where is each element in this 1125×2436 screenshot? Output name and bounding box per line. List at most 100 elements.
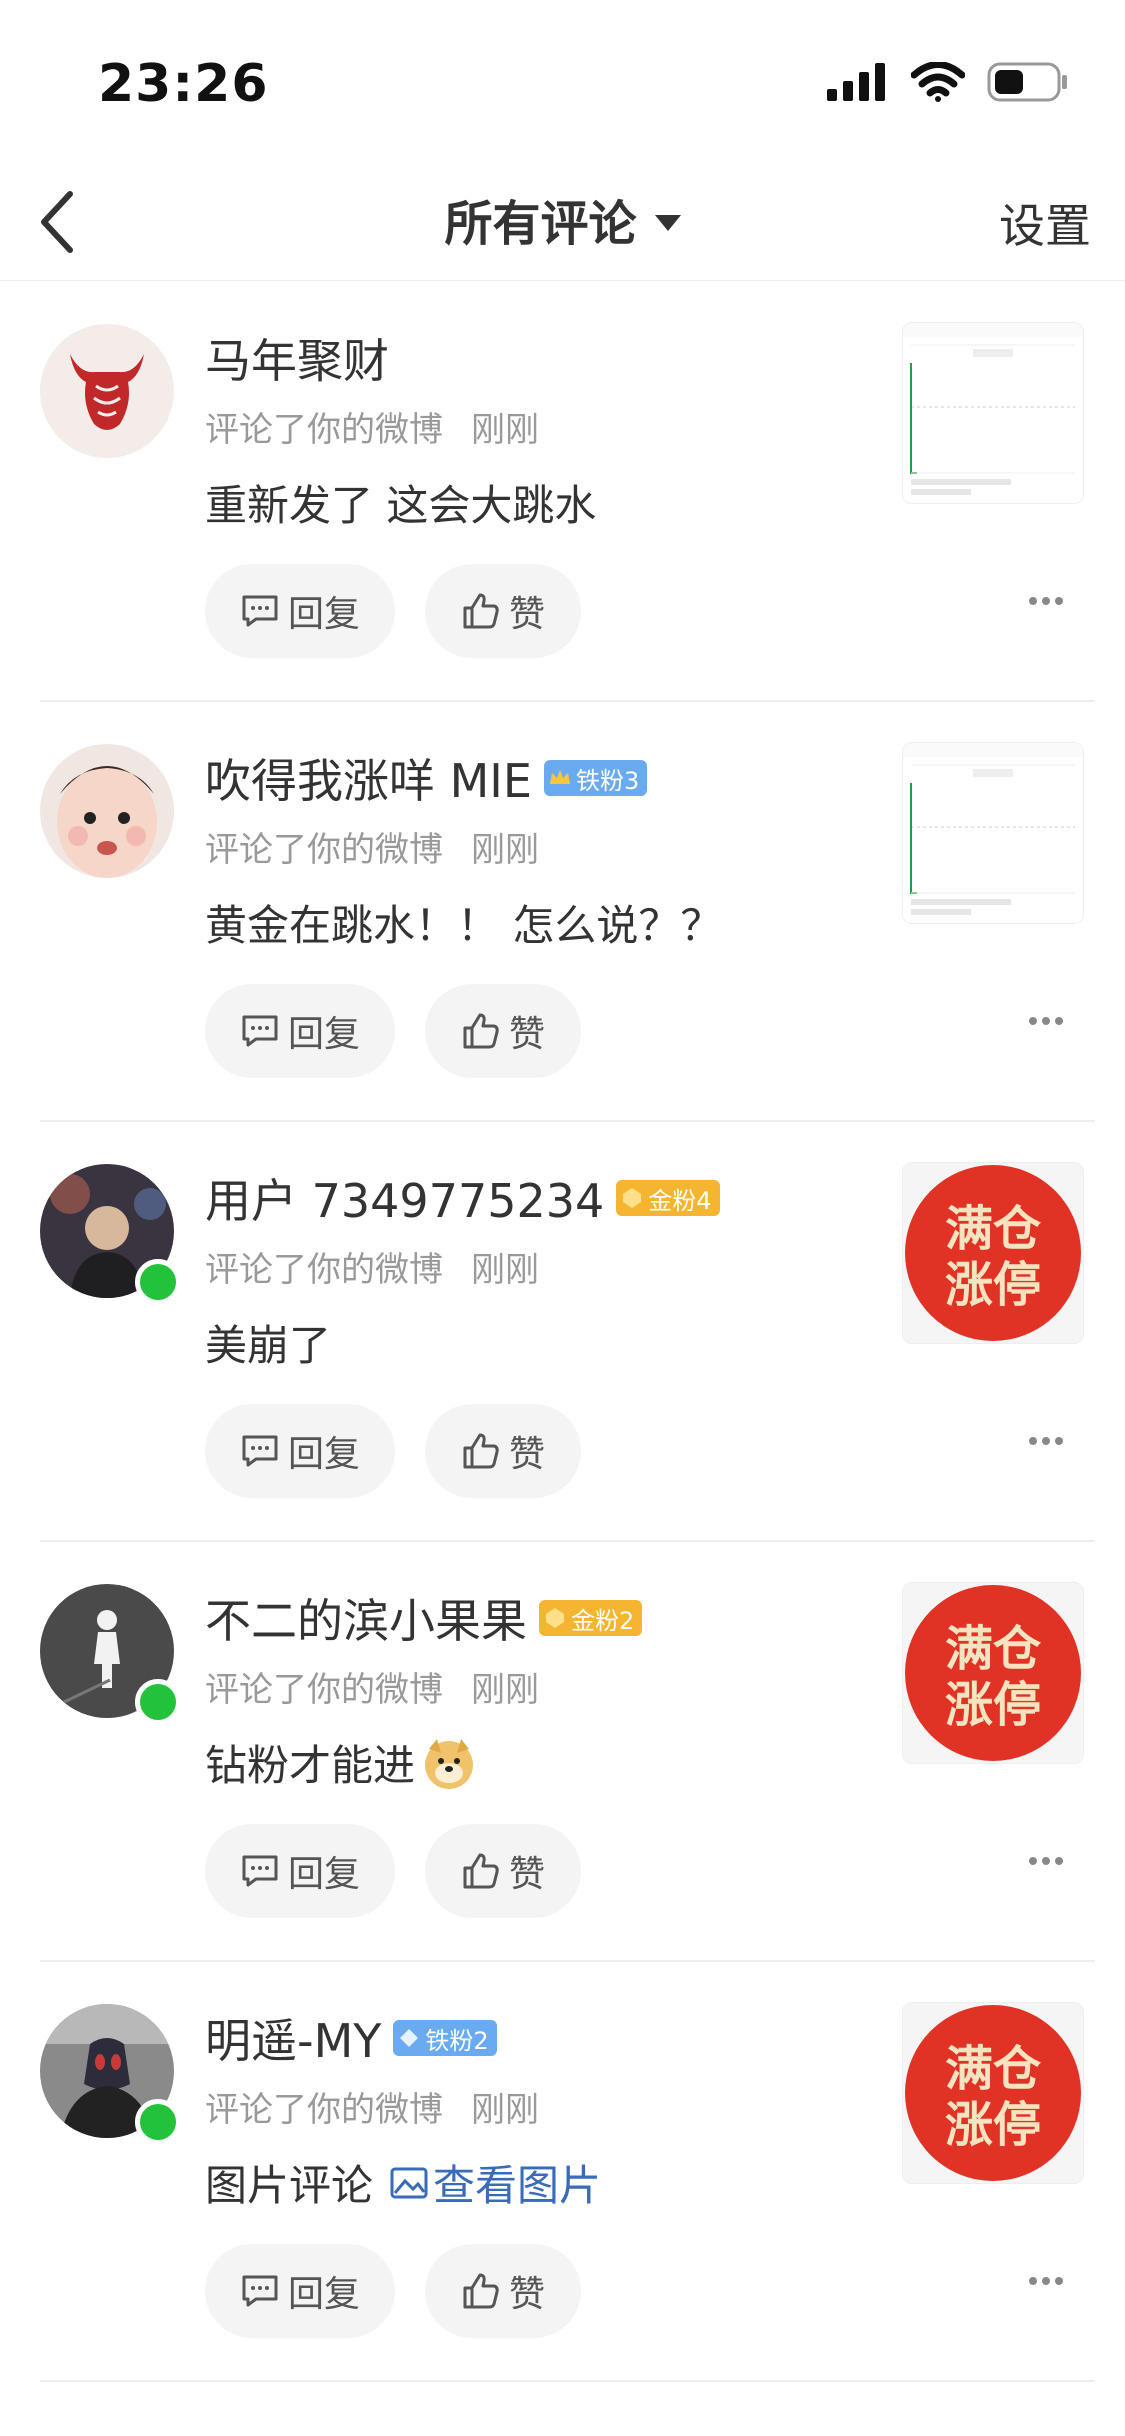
post-thumbnail[interactable]: 满仓 涨停 bbox=[902, 1582, 1084, 1764]
comment-text: 钻粉才能进 bbox=[205, 1732, 477, 1793]
fan-badge: 金粉2 bbox=[539, 1600, 643, 1636]
comment-body: 图片评论 bbox=[205, 2161, 374, 2210]
reply-button[interactable]: 回复 bbox=[205, 1404, 395, 1498]
post-thumbnail[interactable] bbox=[902, 742, 1084, 924]
nav-bar: 所有评论 设置 bbox=[0, 160, 1125, 281]
reply-button[interactable]: 回复 bbox=[205, 564, 395, 658]
post-thumbnail[interactable] bbox=[902, 322, 1084, 504]
username[interactable]: 不二的滨小果果 bbox=[205, 1585, 527, 1651]
like-label: 赞 bbox=[508, 594, 545, 635]
comment-text: 重新发了 这会大跳水 bbox=[205, 472, 596, 533]
like-button[interactable]: 赞 bbox=[425, 564, 581, 658]
comment-body: 美崩了 bbox=[205, 1321, 332, 1370]
status-time: 23:26 bbox=[98, 54, 269, 114]
comment-icon bbox=[242, 1435, 278, 1467]
filter-dropdown[interactable]: 所有评论 bbox=[0, 184, 1125, 254]
more-icon[interactable] bbox=[1028, 1856, 1064, 1866]
like-label: 赞 bbox=[508, 1014, 545, 1055]
reply-label: 回复 bbox=[287, 1014, 360, 1055]
action-text: 评论了你的微博 bbox=[205, 410, 443, 450]
reply-button[interactable]: 回复 bbox=[205, 2244, 395, 2338]
timestamp: 刚刚 bbox=[471, 1670, 539, 1710]
reply-button[interactable]: 回复 bbox=[205, 1824, 395, 1918]
like-label: 赞 bbox=[508, 1434, 545, 1475]
username[interactable]: 吹得我涨咩 MIE bbox=[205, 745, 532, 811]
action-text: 评论了你的微博 bbox=[205, 1670, 443, 1710]
reply-label: 回复 bbox=[287, 1434, 360, 1475]
like-button[interactable]: 赞 bbox=[425, 2244, 581, 2338]
online-indicator bbox=[135, 1679, 181, 1725]
avatar[interactable] bbox=[40, 744, 174, 878]
like-button[interactable]: 赞 bbox=[425, 1824, 581, 1918]
gem-icon bbox=[546, 1608, 564, 1628]
comment-text: 图片评论 查看图片 bbox=[205, 2152, 601, 2213]
action-text: 评论了你的微博 bbox=[205, 1250, 443, 1290]
stamp-line2: 涨停 bbox=[945, 1677, 1041, 1733]
badge-label: 金粉4 bbox=[648, 1186, 712, 1215]
status-icons bbox=[827, 62, 1069, 102]
view-image-link[interactable]: 查看图片 bbox=[389, 2152, 601, 2213]
more-icon[interactable] bbox=[1028, 1436, 1064, 1446]
divider bbox=[40, 2380, 1095, 2382]
timestamp: 刚刚 bbox=[471, 830, 539, 870]
wifi-icon bbox=[911, 62, 965, 102]
username[interactable]: 马年聚财 bbox=[205, 325, 389, 391]
list-item[interactable]: 吹得我涨咩 MIE 铁粉3 评论了你的微博 刚刚 黄金在跳水！！ 怎么说？？ 回复… bbox=[0, 702, 1125, 1122]
more-icon[interactable] bbox=[1028, 2276, 1064, 2286]
crown-icon bbox=[549, 770, 570, 784]
diamond-icon bbox=[400, 2029, 419, 2047]
post-thumbnail[interactable]: 满仓 涨停 bbox=[902, 2002, 1084, 2184]
comment-body: 黄金在跳水！！ 怎么说？？ bbox=[205, 901, 723, 950]
more-icon[interactable] bbox=[1028, 1016, 1064, 1026]
image-icon bbox=[390, 2167, 428, 2198]
reply-label: 回复 bbox=[287, 2274, 360, 2315]
settings-button[interactable]: 设置 bbox=[999, 190, 1091, 256]
stamp-line2: 涨停 bbox=[945, 2097, 1041, 2153]
badge-label: 金粉2 bbox=[571, 1606, 635, 1635]
timestamp: 刚刚 bbox=[471, 1250, 539, 1290]
doge-emoji-icon bbox=[425, 1738, 474, 1789]
thumbs-up-icon bbox=[463, 1013, 499, 1049]
comment-icon bbox=[242, 595, 278, 627]
stamp-line1: 满仓 bbox=[945, 1621, 1042, 1677]
list-item[interactable]: 用户 7349775234 金粉4 评论了你的微博刚刚 美崩了 回复 赞 满仓 bbox=[0, 1122, 1125, 1542]
comment-text: 美崩了 bbox=[205, 1312, 331, 1373]
thumbs-up-icon bbox=[463, 1853, 499, 1889]
post-thumbnail[interactable]: 满仓 涨停 bbox=[902, 1162, 1084, 1344]
avatar[interactable] bbox=[40, 1164, 181, 1305]
username[interactable]: 用户 7349775234 bbox=[205, 1165, 604, 1231]
list-item[interactable]: 明遥-MY 铁粉2 评论了你的微博 刚刚 图片评论 查看图片 回复 赞 满仓 涨… bbox=[0, 1962, 1125, 2382]
thumbs-up-icon bbox=[463, 593, 499, 629]
more-icon[interactable] bbox=[1028, 596, 1064, 606]
fan-badge: 铁粉2 bbox=[393, 2020, 497, 2056]
view-image-label: 查看图片 bbox=[433, 2161, 602, 2210]
stamp-line1: 满仓 bbox=[945, 1201, 1042, 1257]
list-item[interactable]: 马年聚财 评论了你的微博 刚刚 重新发了 这会大跳水 回复 赞 bbox=[0, 282, 1125, 702]
comment-body: 重新发了 这会大跳水 bbox=[205, 481, 597, 530]
avatar[interactable] bbox=[40, 324, 174, 458]
comment-icon bbox=[242, 1855, 278, 1887]
list-item[interactable]: 不二的滨小果果 金粉2 评论了你的微博 刚刚 钻粉才能进 回复 赞 满仓 涨停 bbox=[0, 1542, 1125, 1962]
like-label: 赞 bbox=[508, 1854, 545, 1895]
avatar[interactable] bbox=[40, 2004, 181, 2145]
caret-down-icon bbox=[654, 215, 681, 231]
subline: 评论了你的微博 刚刚 bbox=[205, 2082, 539, 2131]
online-indicator bbox=[135, 1259, 181, 1305]
comment-icon bbox=[242, 2275, 278, 2307]
comment-text: 黄金在跳水！！ 怎么说？？ bbox=[205, 892, 722, 953]
gem-icon bbox=[623, 1188, 642, 1208]
stamp-line2: 涨停 bbox=[945, 1257, 1041, 1313]
subline: 评论了你的微博 刚刚 bbox=[205, 402, 539, 451]
page-title: 所有评论 bbox=[444, 196, 637, 252]
subline: 评论了你的微博 刚刚 bbox=[205, 822, 539, 871]
comment-body: 钻粉才能进 bbox=[205, 1741, 416, 1790]
reply-label: 回复 bbox=[287, 1854, 360, 1895]
username[interactable]: 明遥-MY bbox=[205, 2005, 381, 2071]
reply-button[interactable]: 回复 bbox=[205, 984, 395, 1078]
reply-label: 回复 bbox=[287, 594, 360, 635]
status-bar: 23:26 bbox=[0, 0, 1125, 160]
action-text: 评论了你的微博 bbox=[205, 2090, 443, 2130]
like-button[interactable]: 赞 bbox=[425, 984, 581, 1078]
avatar[interactable] bbox=[40, 1584, 181, 1725]
like-button[interactable]: 赞 bbox=[425, 1404, 581, 1498]
